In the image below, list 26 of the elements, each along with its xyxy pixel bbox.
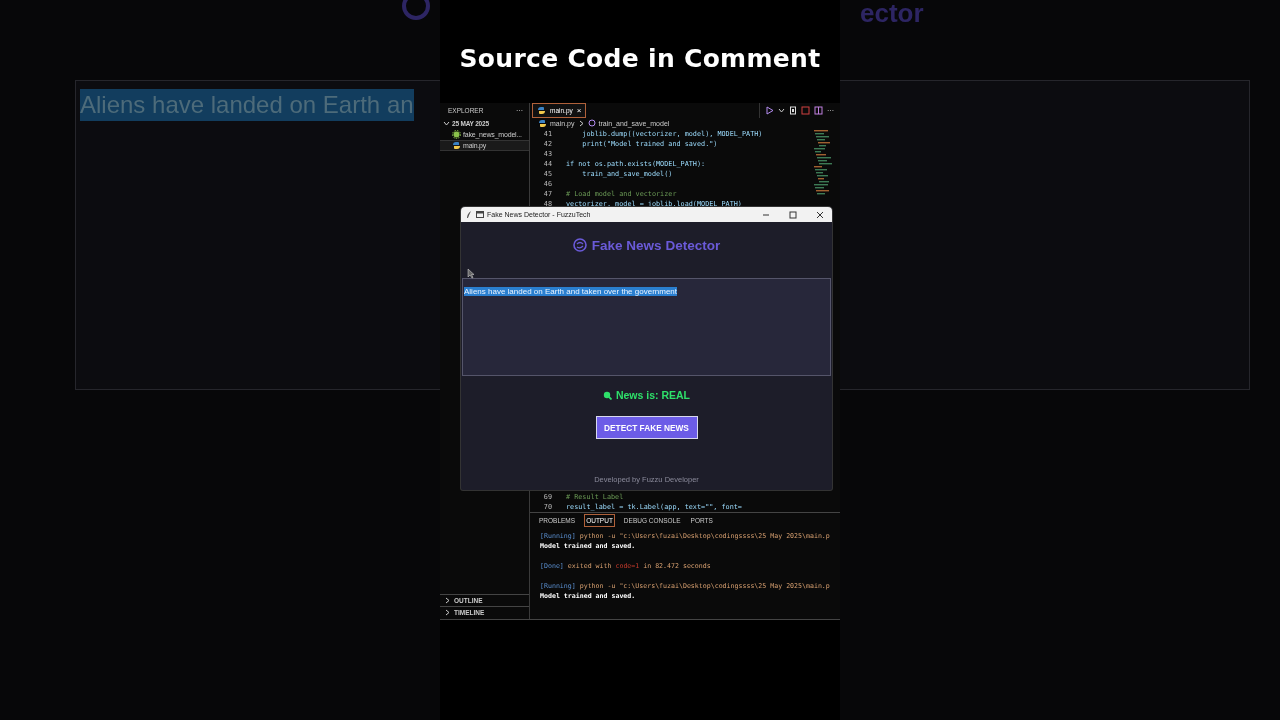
gear-icon bbox=[452, 130, 461, 139]
python-file-icon bbox=[538, 118, 547, 128]
run-icon[interactable] bbox=[766, 106, 774, 115]
detect-button[interactable]: DETECT FAKE NEWS bbox=[595, 416, 698, 439]
feather-icon bbox=[465, 210, 473, 219]
heading-text: ector bbox=[860, 0, 924, 26]
chevron-icon[interactable] bbox=[577, 119, 585, 127]
function-icon bbox=[587, 119, 596, 127]
app-heading: Fake News Detector bbox=[591, 237, 721, 253]
document-icon[interactable] bbox=[789, 106, 797, 115]
close-icon[interactable] bbox=[816, 210, 824, 219]
split-editor-icon[interactable] bbox=[814, 106, 823, 115]
python-file-icon bbox=[537, 106, 546, 115]
input-text: Aliens have landed on Earth and taken over the government bbox=[464, 287, 678, 296]
window-icon bbox=[476, 210, 484, 219]
square-icon[interactable] bbox=[801, 106, 810, 115]
result-label: News is: REAL bbox=[615, 389, 691, 401]
maximize-icon[interactable] bbox=[789, 210, 797, 219]
chevron-icon[interactable] bbox=[443, 120, 450, 127]
news-text-area[interactable]: Aliens have landed on Earth and taken over the government bbox=[462, 278, 831, 376]
python-file-icon bbox=[452, 141, 461, 150]
caret-icon[interactable] bbox=[778, 107, 785, 114]
cursor-icon bbox=[467, 268, 475, 279]
magnifier-icon bbox=[602, 390, 612, 400]
video-caption: Source Code in Comment bbox=[459, 44, 821, 73]
selected-text: Aliens have landed on Earth an bbox=[80, 89, 414, 121]
